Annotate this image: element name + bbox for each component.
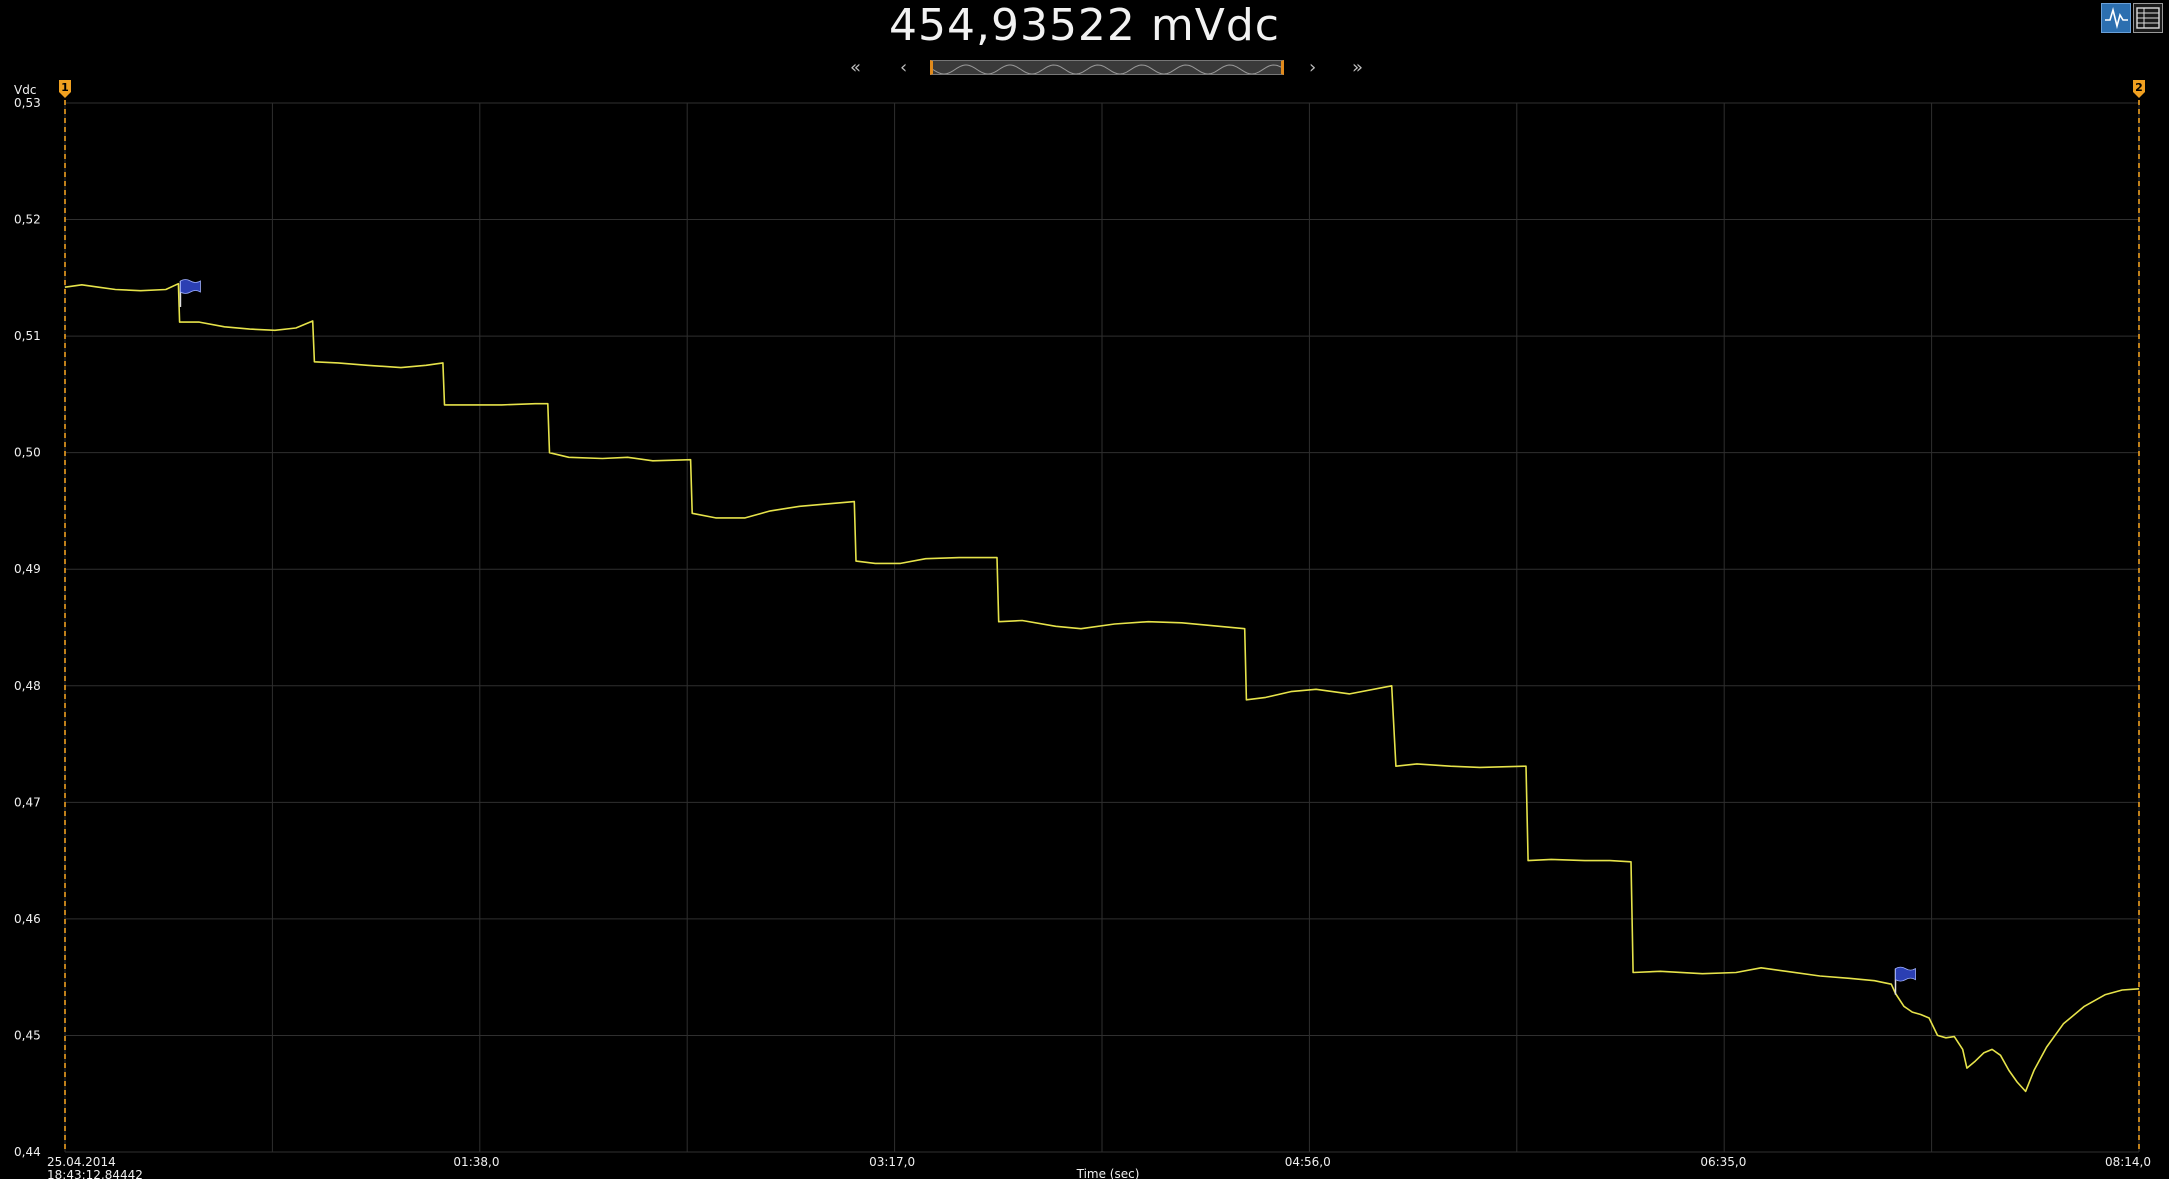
flag-marker-icon: [180, 279, 201, 294]
timestamp-time: 18:43:12,84442: [47, 1168, 143, 1179]
waveform-view-icon[interactable]: [2101, 3, 2131, 33]
y-tick-label: 0,49: [14, 562, 41, 576]
time-scrollbar[interactable]: [930, 60, 1284, 75]
table-view-icon[interactable]: [2133, 3, 2163, 33]
x-tick-label: 03:17,0: [869, 1155, 915, 1169]
x-tick-label: 01:38,0: [453, 1155, 499, 1169]
y-tick-label: 0,45: [14, 1028, 41, 1042]
x-axis-label: Time (sec): [1076, 1167, 1140, 1179]
measurement-readout: 454,93522 mVdc: [888, 0, 1280, 51]
y-tick-label: 0,53: [14, 96, 41, 110]
y-tick-label: 0,46: [14, 912, 41, 926]
scrollbar-wave-icon: [933, 64, 1281, 74]
marker-layer: [179, 279, 1916, 995]
nav-next-button[interactable]: ›: [1309, 57, 1316, 78]
x-tick-label: 06:35,0: [1700, 1155, 1746, 1169]
y-tick-label: 0,52: [14, 213, 41, 227]
cursor-label: 1: [61, 81, 69, 94]
x-tick-label: 08:14,0: [2105, 1155, 2151, 1169]
chart: 12 0,440,450,460,470,480,490,500,510,520…: [14, 80, 2151, 1179]
y-axis-label: Vdc: [14, 83, 36, 97]
y-tick-label: 0,48: [14, 679, 41, 693]
nav-first-button[interactable]: «: [850, 57, 861, 78]
y-tick-label: 0,50: [14, 446, 41, 460]
nav-last-button[interactable]: »: [1352, 57, 1363, 78]
y-tick-label: 0,47: [14, 795, 41, 809]
y-tick-label: 0,44: [14, 1145, 41, 1159]
view-toolbar: [2101, 3, 2163, 33]
nav-prev-button[interactable]: ‹: [900, 57, 907, 78]
timestamp-date: 25.04.2014: [47, 1155, 116, 1169]
cursor-label: 2: [2135, 81, 2143, 94]
label-layer: 0,44 0,45 0,46 0,47 0,48 0,49 0,50 0,51 0,52 0,53…: [14, 96, 2151, 1169]
grid: [64, 102, 2140, 1153]
flag-marker-icon: [1895, 966, 1916, 982]
x-tick-label: 04:56,0: [1285, 1155, 1331, 1169]
y-tick-label: 0,51: [14, 329, 41, 343]
